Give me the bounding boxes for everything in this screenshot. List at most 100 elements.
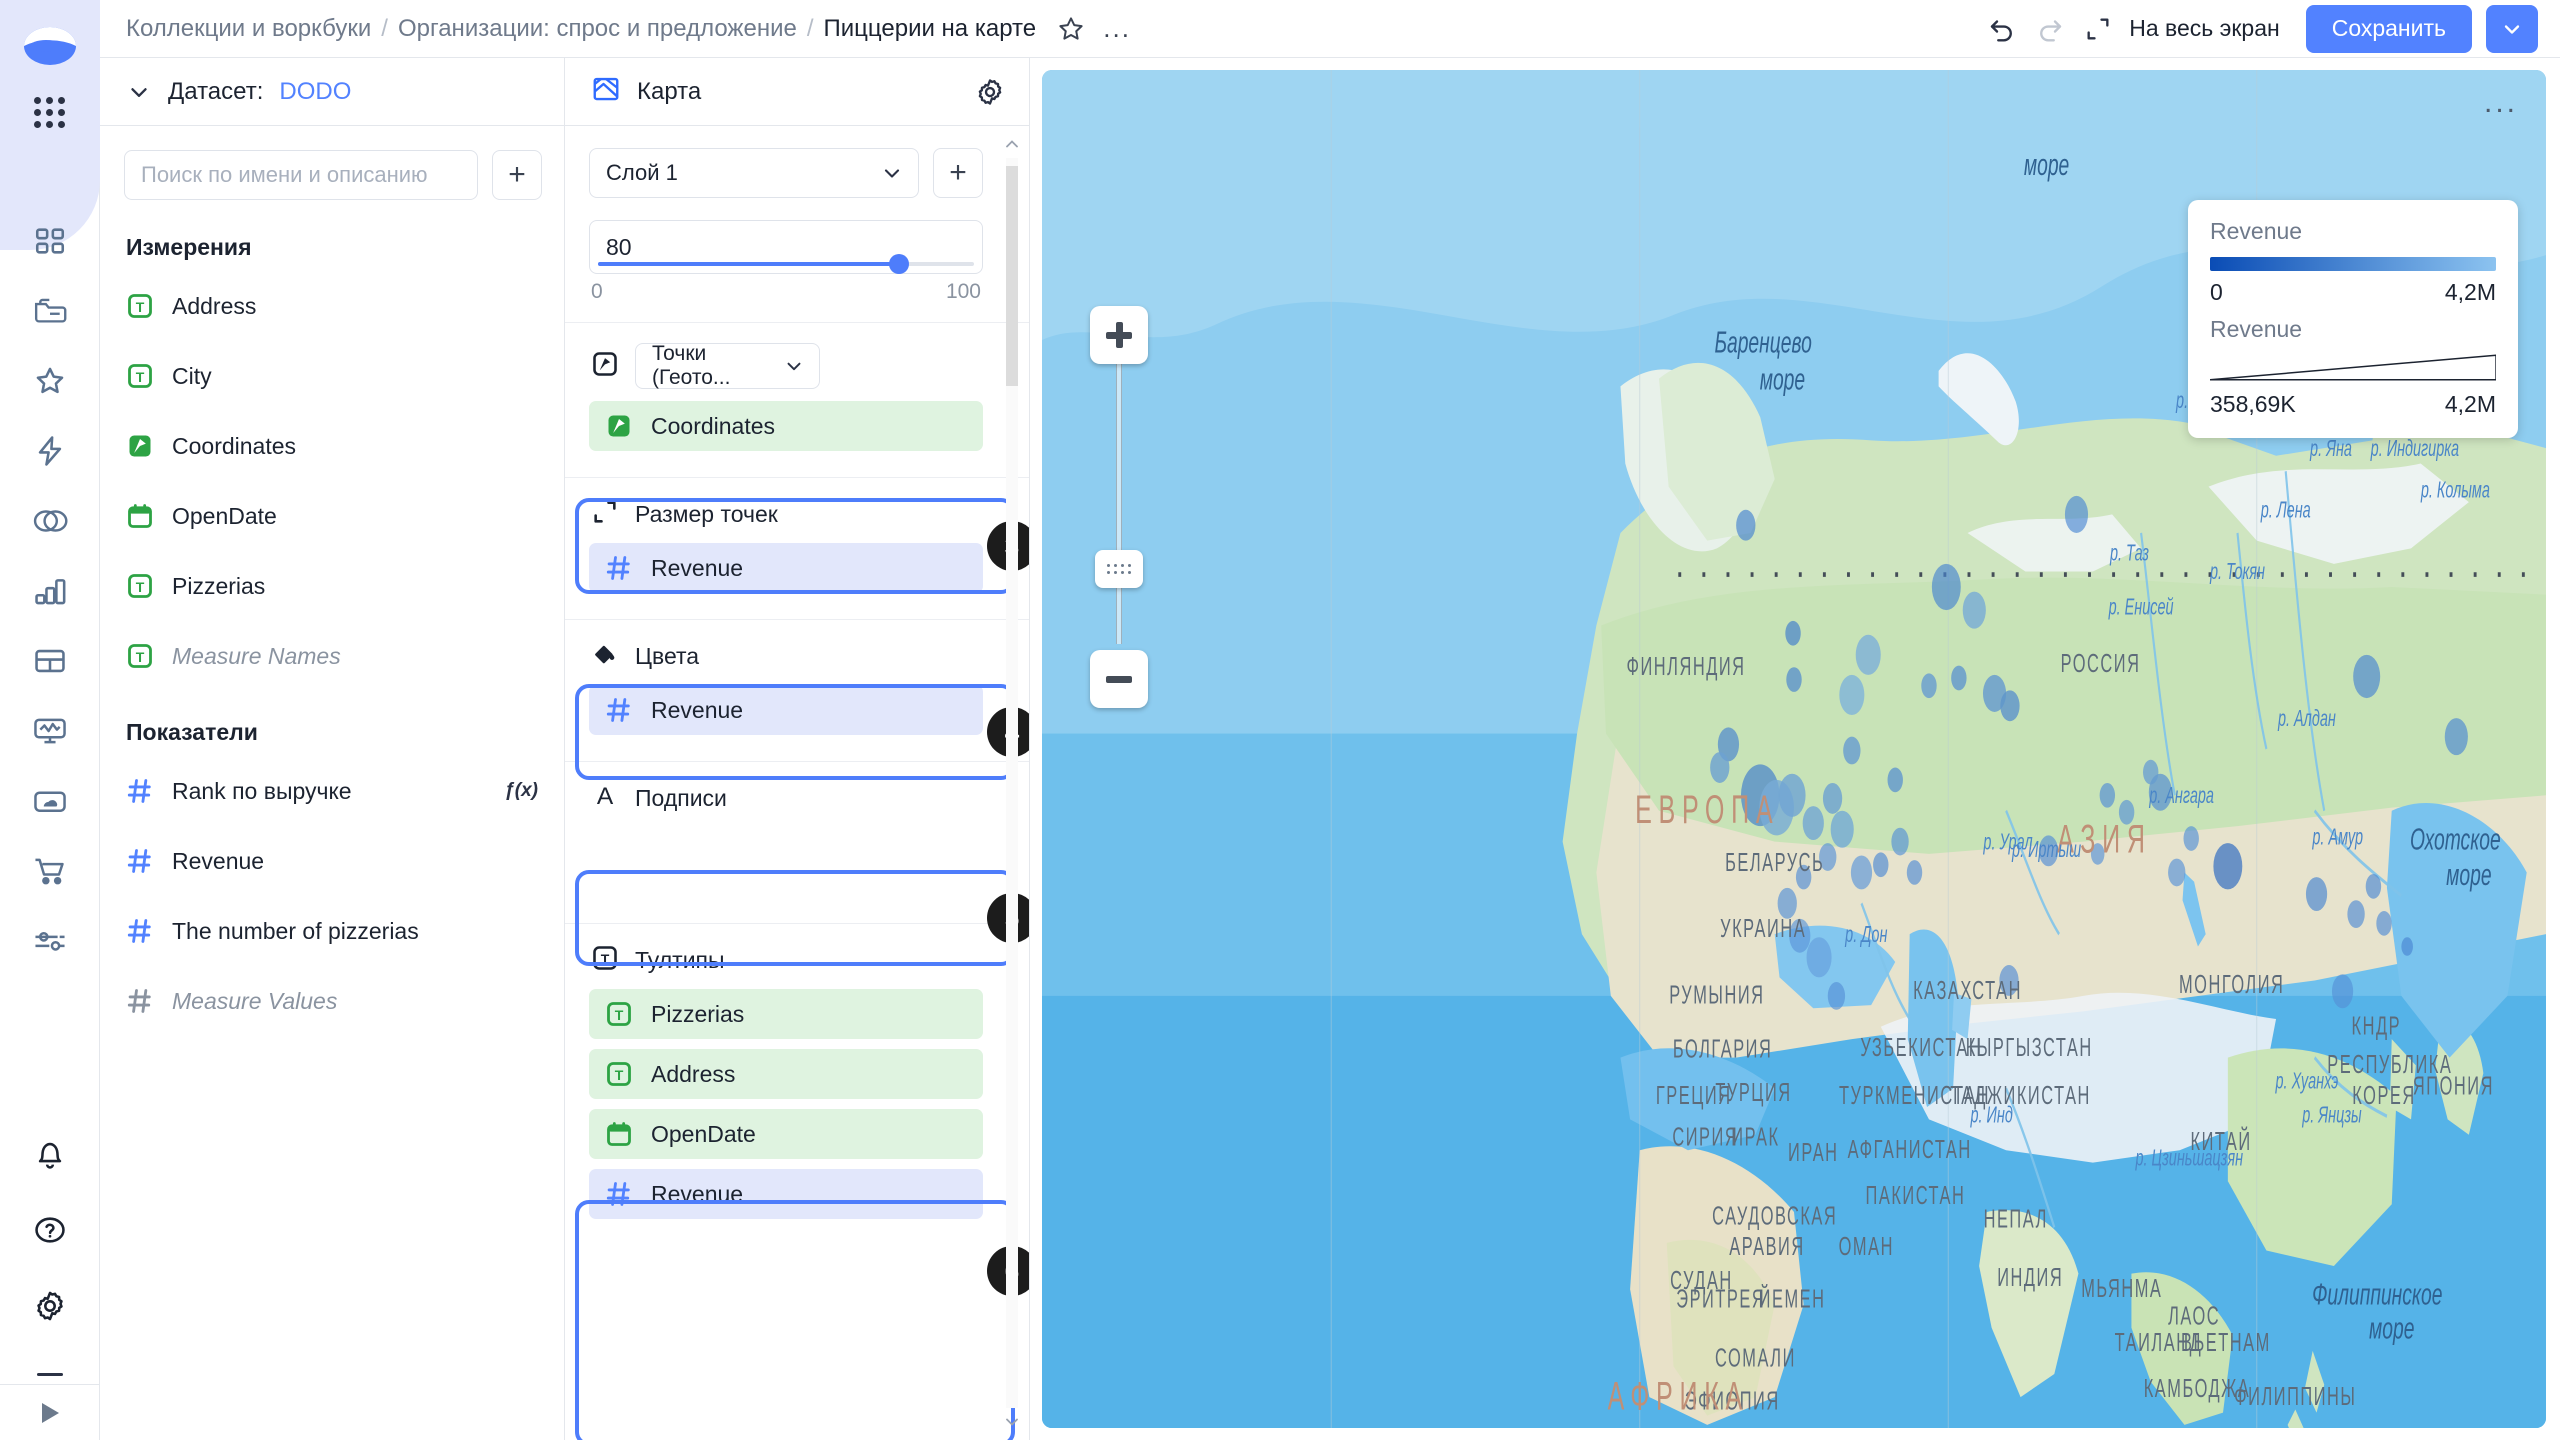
map-canvas[interactable]: моремореЛаптевыхБаренцевоморер. Оленёкр.… <box>1042 70 2546 1428</box>
chart-settings-gear-icon[interactable] <box>975 77 1005 107</box>
sidebar-item-settings-params[interactable] <box>0 906 99 976</box>
chip-label: Address <box>651 1061 735 1088</box>
text-type-icon: T <box>126 642 154 670</box>
chip-pizzerias-tooltip[interactable]: T Pizzerias <box>589 989 983 1039</box>
settings-scrollbar[interactable] <box>1001 126 1023 1440</box>
editor-body: Датасет: DODO + Измерения T Address <box>100 58 2560 1440</box>
breadcrumb-collections[interactable]: Коллекции и воркбуки <box>126 15 371 43</box>
dataset-fields-panel: Датасет: DODO + Измерения T Address <box>100 58 565 1440</box>
collapse-icon[interactable] <box>0 1373 99 1376</box>
date-type-icon <box>126 502 154 530</box>
zoom-slider-bar[interactable] <box>1116 354 1122 644</box>
sidebar-item-collections[interactable] <box>0 276 99 346</box>
field-revenue[interactable]: Revenue <box>100 826 564 896</box>
scroll-up-arrow-icon[interactable] <box>1004 136 1020 152</box>
scrollbar-thumb[interactable] <box>1006 166 1018 386</box>
sidebar-item-monitoring[interactable] <box>0 696 99 766</box>
field-address[interactable]: T Address <box>100 271 564 341</box>
fullscreen-icon[interactable] <box>2077 8 2119 50</box>
chip-coordinates[interactable]: Coordinates <box>589 401 983 451</box>
save-button[interactable]: Сохранить <box>2306 5 2472 53</box>
map-label: р. Янцзы <box>2301 1103 2361 1128</box>
sidebar-item-quick-actions[interactable] <box>0 416 99 486</box>
undo-icon[interactable] <box>1981 8 2023 50</box>
map-label: р. Енисей <box>2108 596 2174 621</box>
number-type-icon <box>605 1180 633 1208</box>
breadcrumb-workbook[interactable]: Организации: спрос и предложение <box>398 15 797 43</box>
chip-revenue-color[interactable]: Revenue <box>589 685 983 735</box>
map-label: море <box>2446 858 2491 892</box>
map-label: р. Индигирка <box>2370 437 2459 462</box>
chip-revenue-tooltip[interactable]: Revenue <box>589 1169 983 1219</box>
point-size-section-header: Размер точек <box>565 478 1029 543</box>
chip-address-tooltip[interactable]: T Address <box>589 1049 983 1099</box>
search-input[interactable] <box>124 150 478 200</box>
help-question-icon[interactable] <box>0 1192 99 1268</box>
scroll-down-arrow-icon[interactable] <box>1004 1414 1020 1430</box>
opacity-slider-thumb[interactable] <box>889 254 909 274</box>
tooltips-label: Тултипы <box>635 947 725 974</box>
colors-label: Цвета <box>635 643 699 670</box>
save-dropdown-chevron-down-icon[interactable] <box>2486 5 2538 53</box>
field-measure-names[interactable]: T Measure Names <box>100 621 564 691</box>
sidebar-item-charts[interactable] <box>0 556 99 626</box>
play-icon[interactable] <box>0 1384 100 1440</box>
legend-color-min: 0 <box>2210 279 2223 306</box>
text-type-icon: T <box>126 572 154 600</box>
zoom-out-button[interactable] <box>1090 650 1148 708</box>
opacity-slider-track[interactable] <box>598 262 974 266</box>
legend-size-wedge <box>2210 351 2496 383</box>
sidebar-item-tables[interactable] <box>0 626 99 696</box>
points-shelf[interactable]: Coordinates <box>565 401 1029 473</box>
size-icon <box>591 498 619 531</box>
chip-opendate-tooltip[interactable]: OpenDate <box>589 1109 983 1159</box>
more-options-icon[interactable]: ... <box>1096 8 1138 50</box>
field-rank-revenue[interactable]: Rank по выручке ƒ(x) <box>100 756 564 826</box>
field-search-row: + <box>100 126 564 216</box>
redo-icon[interactable] <box>2029 8 2071 50</box>
geo-type-icon <box>605 412 633 440</box>
sidebar-item-dashboards[interactable] <box>0 206 99 276</box>
map-label: АРАВИЯ <box>1729 1231 1804 1261</box>
zoom-slider-handle[interactable] <box>1095 550 1143 588</box>
datalens-logo[interactable] <box>22 18 78 74</box>
field-pizzerias[interactable]: T Pizzerias <box>100 551 564 621</box>
sidebar-item-marketplace[interactable] <box>0 836 99 906</box>
notifications-bell-icon[interactable] <box>0 1116 99 1192</box>
add-layer-button[interactable]: + <box>933 148 983 198</box>
apps-grid-icon[interactable] <box>26 88 74 136</box>
field-coordinates[interactable]: Coordinates <box>100 411 564 481</box>
field-number-of-pizzerias[interactable]: The number of pizzerias <box>100 896 564 966</box>
opacity-field[interactable]: 80 <box>589 220 983 274</box>
sidebar-item-datasets[interactable] <box>0 486 99 556</box>
labels-section-header: A Подписи <box>565 762 1029 827</box>
layer-select[interactable]: Слой 1 <box>589 148 919 198</box>
dataset-chevron-down-icon[interactable] <box>126 79 152 105</box>
points-type-value: Точки (Геото... <box>652 342 783 390</box>
field-opendate[interactable]: OpenDate <box>100 481 564 551</box>
star-icon[interactable] <box>1050 8 1092 50</box>
fullscreen-label[interactable]: На весь экран <box>2129 15 2280 42</box>
field-city[interactable]: T City <box>100 341 564 411</box>
points-type-select[interactable]: Точки (Геото... <box>635 343 820 389</box>
field-measure-values[interactable]: Measure Values <box>100 966 564 1036</box>
gear-icon[interactable] <box>0 1268 99 1344</box>
sidebar-item-cloud-storage[interactable] <box>0 766 99 836</box>
zoom-in-button[interactable] <box>1090 306 1148 364</box>
field-label: Revenue <box>172 848 264 875</box>
tooltips-shelf[interactable]: T Pizzerias T Address <box>565 989 1029 1247</box>
sidebar-item-favorites[interactable] <box>0 346 99 416</box>
map-label: КЫРГЫЗСТАН <box>1966 1032 2093 1062</box>
labels-shelf[interactable] <box>565 827 1029 919</box>
text-type-icon: T <box>126 292 154 320</box>
svg-text:A: A <box>597 783 614 810</box>
add-field-button[interactable]: + <box>492 150 542 200</box>
map-more-options-icon[interactable]: ... <box>2484 88 2518 118</box>
dataset-name[interactable]: DODO <box>279 78 351 106</box>
chip-revenue-size[interactable]: Revenue <box>589 543 983 593</box>
map-label: АФГАНИСТАН <box>1848 1134 1972 1164</box>
chart-settings-content: Слой 1 + 80 <box>565 126 1029 1247</box>
map-label: МЬЯНМА <box>2081 1273 2162 1303</box>
colors-shelf[interactable]: Revenue <box>565 685 1029 757</box>
point-size-shelf[interactable]: Revenue <box>565 543 1029 615</box>
